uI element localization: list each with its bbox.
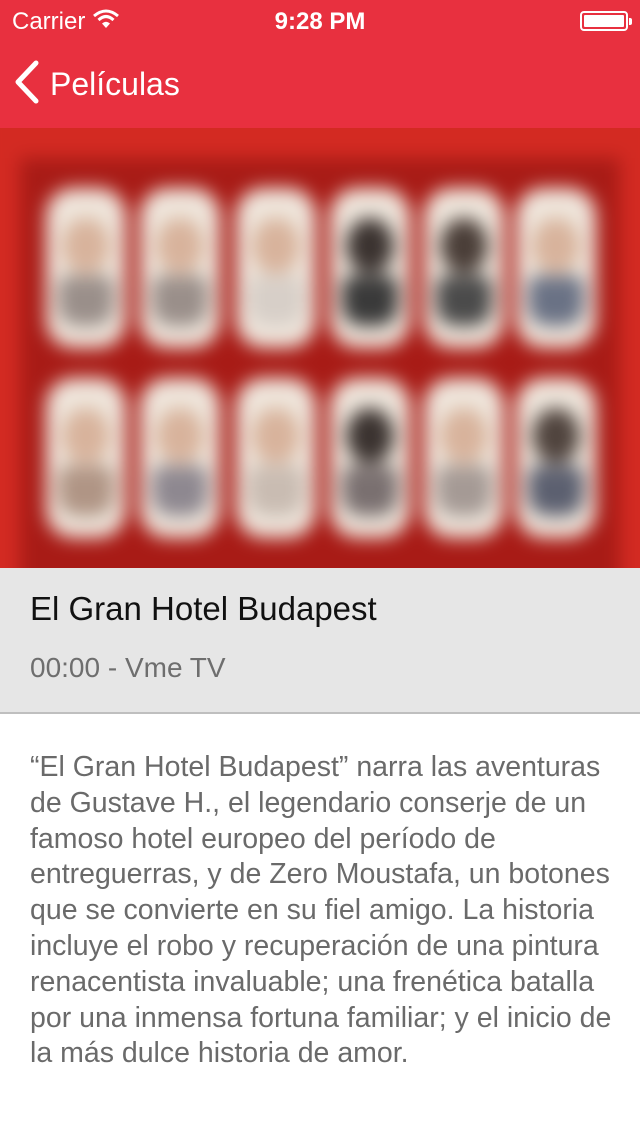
movie-schedule: 00:00 - Vme TV <box>30 652 226 683</box>
chevron-left-icon <box>14 60 40 109</box>
status-bar: Carrier 9:28 PM <box>0 0 640 40</box>
back-button[interactable]: Películas <box>14 60 180 108</box>
movie-poster-image <box>0 128 640 568</box>
navigation-bar: Películas <box>0 40 640 128</box>
movie-info-header: El Gran Hotel Budapest 00:00 - Vme TV <box>0 568 640 714</box>
status-time: 9:28 PM <box>274 8 366 35</box>
battery-icon <box>580 11 632 31</box>
movie-title: El Gran Hotel Budapest <box>30 590 377 627</box>
movie-description: “El Gran Hotel Budapest” narra las avent… <box>30 751 612 1070</box>
back-label: Películas <box>50 65 180 102</box>
